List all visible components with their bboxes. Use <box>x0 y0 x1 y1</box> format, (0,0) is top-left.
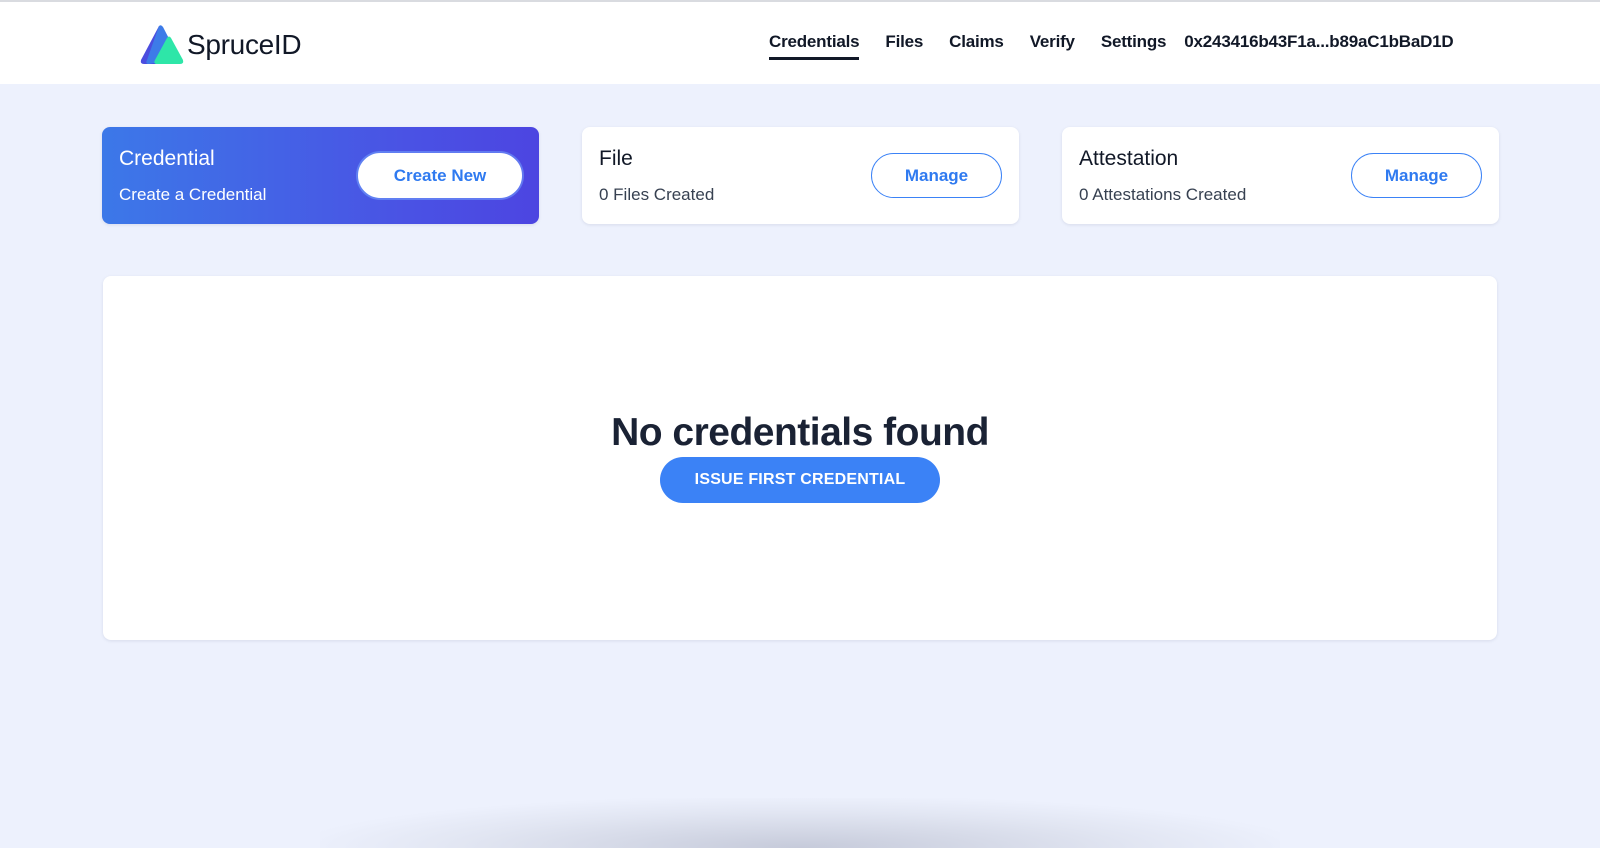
main-nav: Credentials Files Claims Verify Settings… <box>769 32 1454 60</box>
nav-settings[interactable]: Settings <box>1101 32 1167 56</box>
credential-card-subtitle: Create a Credential <box>119 185 267 204</box>
empty-state-title: No credentials found <box>611 411 989 454</box>
dock-shadow <box>320 798 1280 848</box>
nav-credentials[interactable]: Credentials <box>769 32 860 60</box>
manage-attestations-button[interactable]: Manage <box>1351 153 1482 198</box>
file-card-count: 0 Files Created <box>599 185 715 204</box>
attestation-card-title: Attestation <box>1079 147 1179 170</box>
file-card: File 0 Files Created Manage <box>582 127 1019 224</box>
create-new-button[interactable]: Create New <box>358 153 522 198</box>
issue-first-credential-button[interactable]: ISSUE FIRST CREDENTIAL <box>660 457 940 503</box>
spruceid-logo-icon <box>140 25 184 64</box>
top-header: SpruceID Credentials Files Claims Verify… <box>0 2 1600 84</box>
attestation-card: Attestation 0 Attestations Created Manag… <box>1062 127 1499 224</box>
nav-files[interactable]: Files <box>885 32 923 56</box>
credential-card-title: Credential <box>119 147 215 170</box>
brand-logo[interactable]: SpruceID <box>139 24 302 66</box>
attestation-card-count: 0 Attestations Created <box>1079 185 1247 204</box>
file-card-title: File <box>599 147 633 170</box>
wallet-address[interactable]: 0x243416b43F1a...b89aC1bBaD1D <box>1184 32 1453 56</box>
nav-claims[interactable]: Claims <box>949 32 1004 56</box>
brand-name: SpruceID <box>187 29 302 60</box>
nav-verify[interactable]: Verify <box>1030 32 1075 56</box>
manage-files-button[interactable]: Manage <box>871 153 1002 198</box>
credential-card: Credential Create a Credential Create Ne… <box>102 127 539 224</box>
credentials-panel: No credentials found ISSUE FIRST CREDENT… <box>103 276 1497 640</box>
